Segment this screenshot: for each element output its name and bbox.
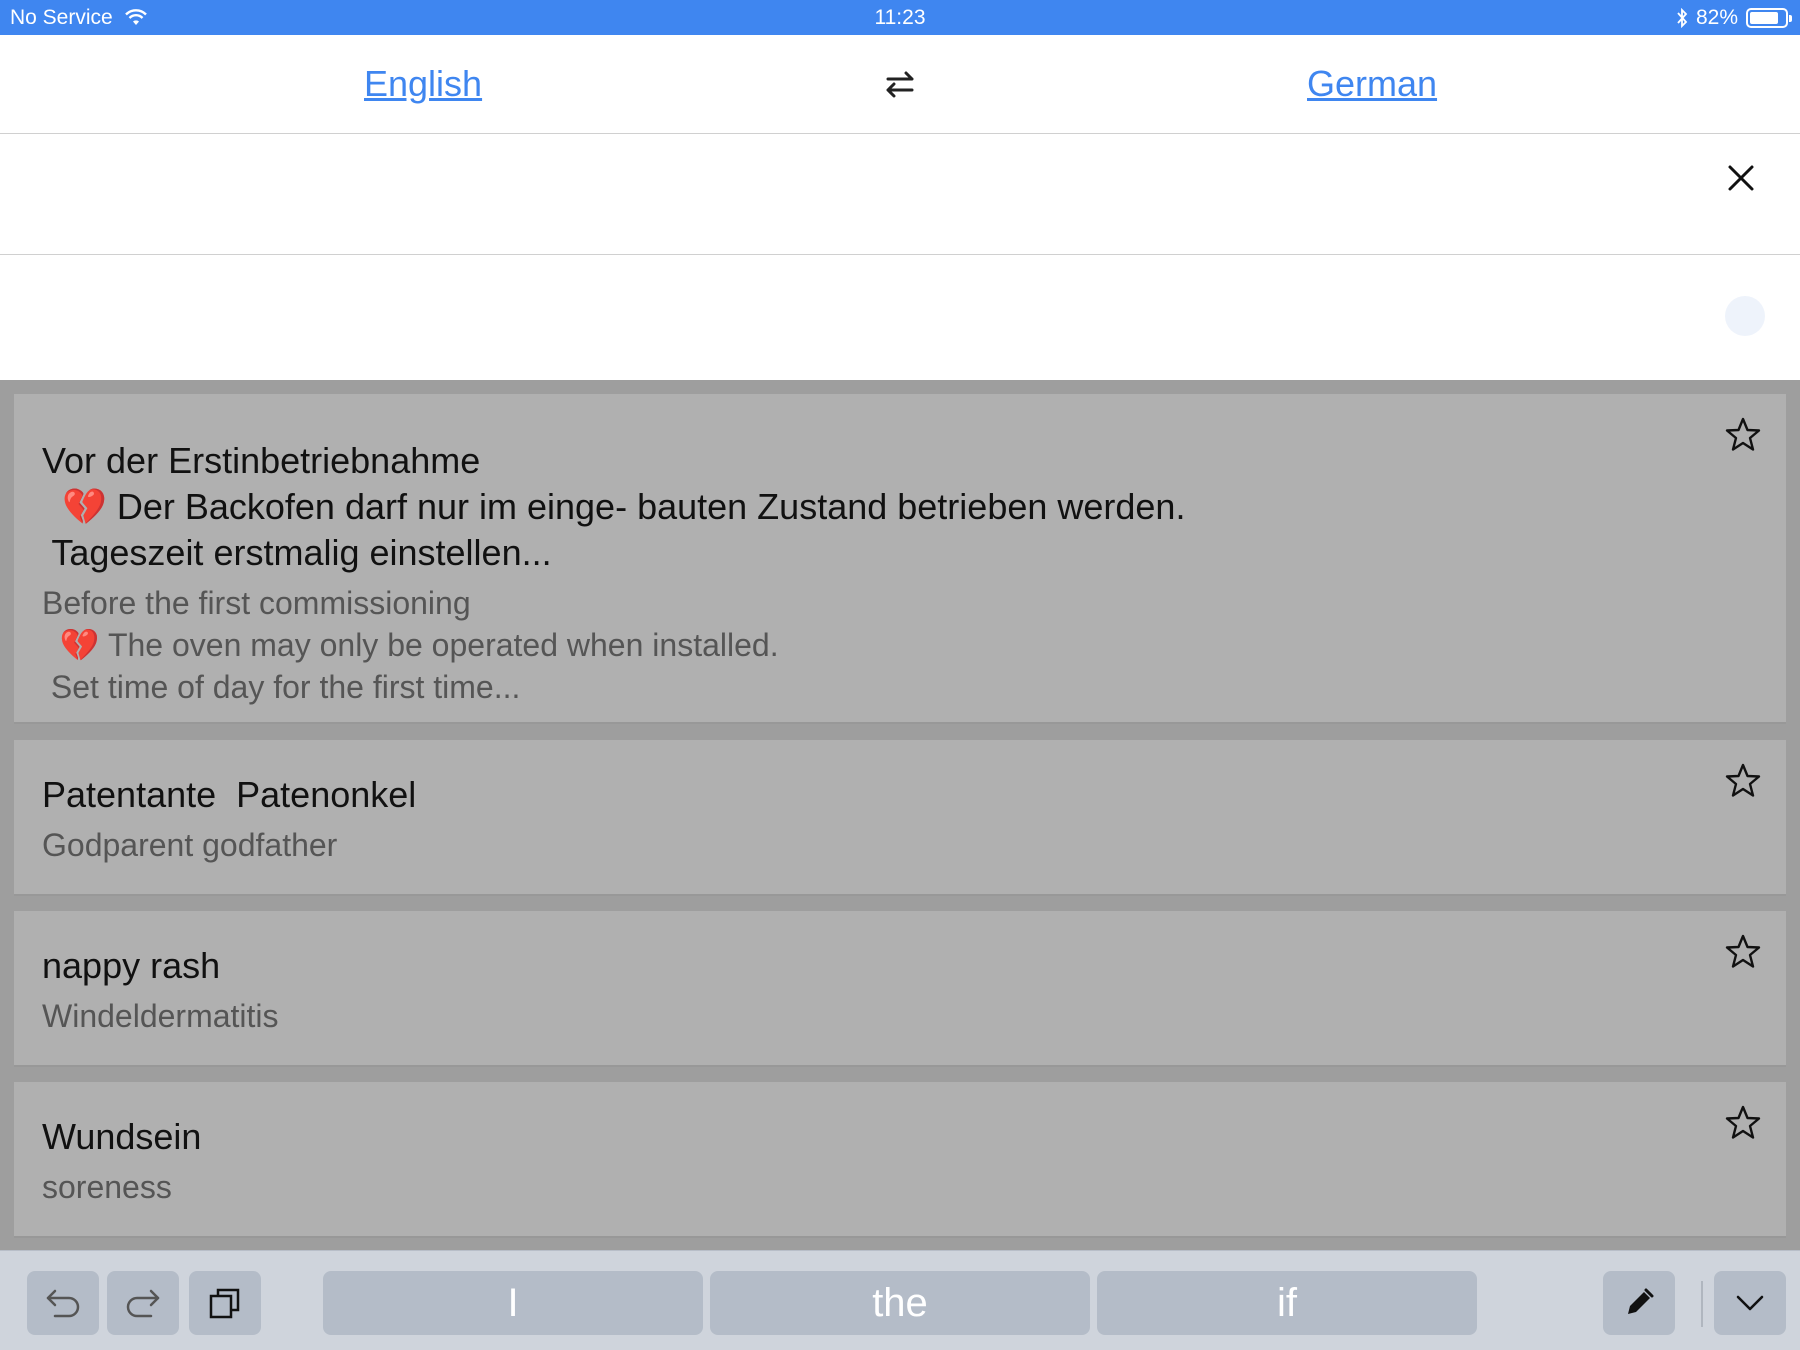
battery-icon (1746, 8, 1792, 28)
history-card[interactable]: nappy rash Windeldermatitis (14, 911, 1786, 1067)
paste-button[interactable] (189, 1271, 261, 1335)
history-translation-text: soreness (42, 1169, 172, 1205)
undo-icon (46, 1289, 80, 1318)
battery-fill (1750, 12, 1778, 24)
status-bar: No Service 11:23 82% (0, 0, 1800, 35)
translation-output (0, 256, 1800, 380)
history-list: Vor der Erstinbetriebnahme 💔 Der Backofe… (0, 380, 1800, 1250)
redo-button[interactable] (107, 1271, 179, 1335)
history-translation-text: Before the first commissioning 💔 The ove… (42, 585, 779, 705)
history-source-text: Patentante Patenonkel (42, 774, 417, 815)
close-icon[interactable] (1722, 159, 1760, 197)
keyboard-toolbar: I the if (0, 1250, 1800, 1350)
clock: 11:23 (874, 6, 926, 29)
history-translation-text: Windeldermatitis (42, 998, 279, 1034)
toolbar-divider (1701, 1281, 1703, 1327)
history-card[interactable]: Vor der Erstinbetriebnahme 💔 Der Backofe… (14, 394, 1786, 724)
undo-button[interactable] (27, 1271, 99, 1335)
suggestion-1[interactable]: I (323, 1271, 703, 1335)
handwriting-button[interactable] (1603, 1271, 1675, 1335)
translate-button[interactable] (1725, 296, 1765, 336)
chevron-down-icon (1736, 1295, 1764, 1311)
bluetooth-icon (1677, 8, 1688, 28)
translation-input[interactable] (0, 135, 1800, 255)
suggestion-2[interactable]: the (710, 1271, 1090, 1335)
swap-arrows-icon[interactable] (880, 65, 920, 105)
source-language-button[interactable]: English (364, 63, 482, 105)
history-source-text: Vor der Erstinbetriebnahme 💔 Der Backofe… (42, 440, 1186, 573)
battery-cap (1789, 15, 1792, 22)
star-outline-icon[interactable] (1724, 416, 1762, 454)
history-source-text: nappy rash (42, 945, 221, 986)
target-language-button[interactable]: German (1307, 63, 1437, 105)
history-source-text: Wundsein (42, 1116, 202, 1157)
pen-icon (1628, 1288, 1654, 1314)
redo-icon (126, 1289, 160, 1318)
battery-percent: 82% (1695, 6, 1738, 29)
star-outline-icon[interactable] (1724, 1104, 1762, 1142)
paste-icon (209, 1288, 240, 1319)
dismiss-keyboard-button[interactable] (1714, 1271, 1786, 1335)
history-card[interactable]: Patentante Patenonkel Godparent godfathe… (14, 740, 1786, 896)
language-bar: English German (0, 35, 1800, 134)
star-outline-icon[interactable] (1724, 762, 1762, 800)
suggestion-3[interactable]: if (1097, 1271, 1477, 1335)
star-outline-icon[interactable] (1724, 933, 1762, 971)
history-card[interactable]: Wundsein soreness (14, 1082, 1786, 1238)
history-translation-text: Godparent godfather (42, 827, 338, 863)
